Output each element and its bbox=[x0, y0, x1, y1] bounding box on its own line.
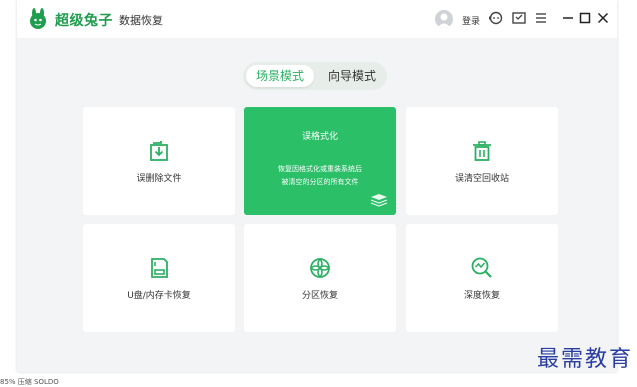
card-label: 深度恢复 bbox=[463, 291, 500, 301]
tab-wizard-mode[interactable]: 向导模式 bbox=[319, 65, 385, 87]
avatar[interactable] bbox=[435, 10, 453, 28]
brand-subtitle: 数据恢复 bbox=[119, 14, 163, 27]
card-description: 被清空的分区的所有文件 bbox=[281, 178, 359, 186]
watermark: 最需教育 bbox=[536, 347, 633, 372]
app-window: 超级兔子 数据恢复 登录 场景模式 向导模式 误删除文件 误格式化 恢复因格式化… bbox=[17, 0, 617, 372]
card-recycle-bin[interactable]: 误清空回收站 bbox=[406, 107, 558, 215]
tab-scene-mode[interactable]: 场景模式 bbox=[246, 65, 314, 87]
feedback-icon[interactable] bbox=[511, 10, 527, 26]
brand-name: 超级兔子 bbox=[55, 13, 113, 29]
card-label: 误清空回收站 bbox=[454, 174, 509, 184]
card-usb-card[interactable]: U盘/内存卡恢复 bbox=[83, 224, 235, 332]
card-label: U盘/内存卡恢复 bbox=[127, 291, 191, 301]
card-format-recovery[interactable]: 误格式化 恢复因格式化或重装系统后 被清空的分区的所有文件 bbox=[244, 107, 396, 215]
search-chart-icon bbox=[471, 257, 492, 278]
trash-icon bbox=[473, 141, 491, 161]
close-icon[interactable] bbox=[595, 10, 611, 26]
menu-icon[interactable] bbox=[533, 10, 549, 26]
card-deleted-files[interactable]: 误删除文件 bbox=[83, 107, 235, 215]
support-icon[interactable] bbox=[488, 10, 504, 26]
file-restore-icon bbox=[150, 141, 168, 161]
status-text: 85% 压缩 SOLDO bbox=[0, 378, 59, 386]
partition-icon bbox=[310, 258, 330, 278]
maximize-icon[interactable] bbox=[577, 10, 593, 26]
card-partition-recovery[interactable]: 分区恢复 bbox=[244, 224, 396, 332]
card-deep-recovery[interactable]: 深度恢复 bbox=[406, 224, 558, 332]
card-label: 分区恢复 bbox=[301, 291, 338, 301]
layers-icon bbox=[370, 194, 388, 207]
title-bar: 超级兔子 数据恢复 登录 bbox=[17, 0, 617, 38]
card-label: 误删除文件 bbox=[136, 174, 182, 184]
minimize-icon[interactable] bbox=[560, 10, 576, 26]
card-description: 恢复因格式化或重装系统后 bbox=[278, 165, 362, 173]
sd-card-icon bbox=[151, 258, 168, 278]
card-label: 误格式化 bbox=[301, 132, 338, 142]
login-link[interactable]: 登录 bbox=[462, 14, 480, 27]
mode-switch: 场景模式 向导模式 bbox=[243, 62, 387, 90]
rabbit-logo-icon bbox=[30, 8, 46, 29]
user-icon bbox=[437, 13, 451, 28]
